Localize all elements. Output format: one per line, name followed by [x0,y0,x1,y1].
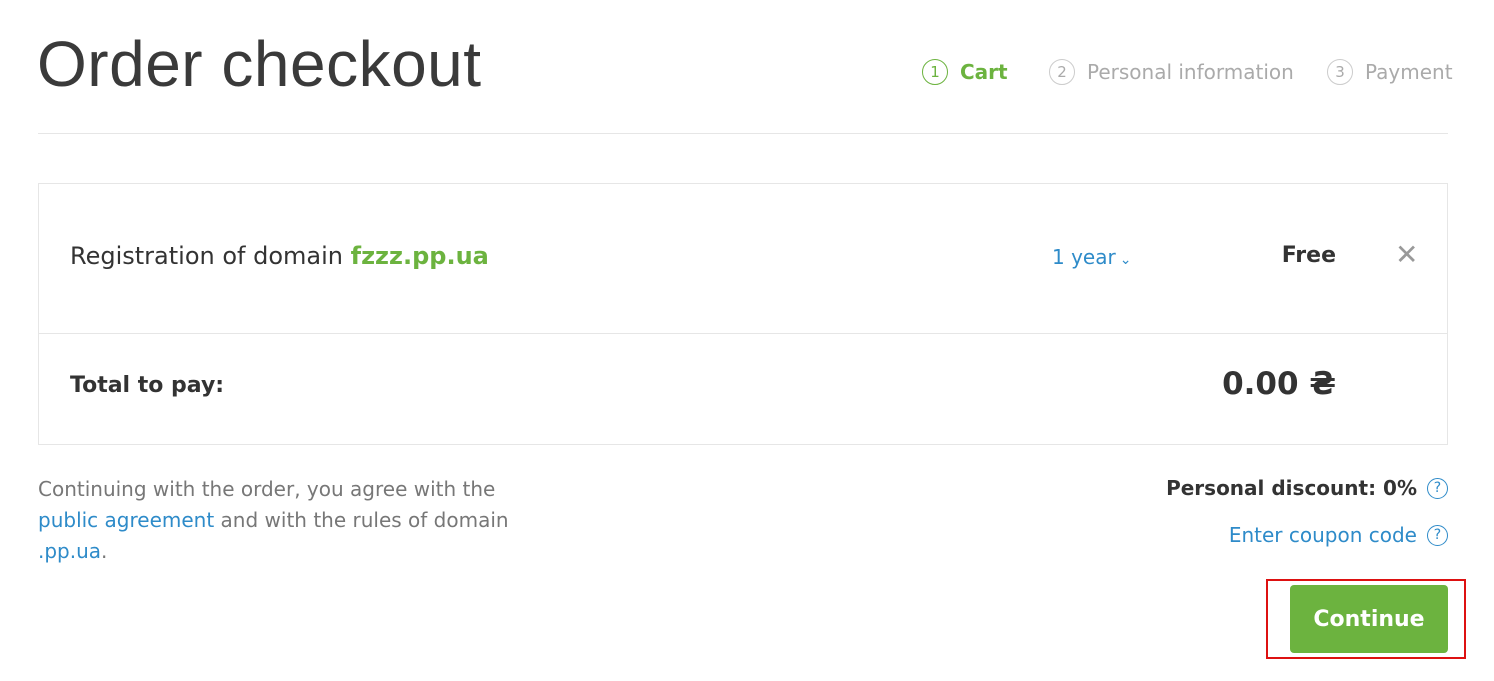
step-payment[interactable]: 3 Payment [1327,57,1453,87]
period-value: 1 year [1052,245,1116,269]
coupon-link[interactable]: Enter coupon code ? [1229,523,1448,547]
agreement-text-part: and with the rules of domain [220,508,509,532]
personal-discount-label: Personal discount: 0% [1166,476,1417,500]
step-personal-information[interactable]: 2 Personal information [1049,57,1294,87]
chevron-down-icon: ⌄ [1119,252,1132,268]
cart-item-description: Registration of domain fzzz.pp.ua [70,242,489,270]
coupon-label: Enter coupon code [1228,523,1417,547]
row-divider [39,333,1447,334]
domain-rules-link[interactable]: .pp.ua [38,539,101,563]
total-label: Total to pay: [70,373,225,398]
step-label: Cart [960,60,1008,84]
period-select[interactable]: 1 year ⌄ [1052,245,1131,269]
agreement-text-part: . [101,539,108,563]
cart-item-price: Free [1281,243,1336,268]
step-label: Payment [1365,60,1453,84]
step-number: 3 [1327,59,1353,85]
agreement-text: Continuing with the order, you agree wit… [38,474,538,567]
header-divider [38,133,1448,134]
cart-item-prefix: Registration of domain [70,242,343,270]
agreement-text-part: Continuing with the order, you agree wit… [38,477,496,501]
continue-button[interactable]: Continue [1290,585,1448,653]
cart-table: Registration of domain fzzz.pp.ua 1 year… [38,183,1448,445]
step-number: 2 [1049,59,1075,85]
checkout-steps: 1 Cart 2 Personal information 3 Payment [0,57,1494,87]
total-value: 0.00 ₴ [1222,366,1336,402]
personal-discount: Personal discount: 0% ? [1166,476,1448,500]
step-cart[interactable]: 1 Cart [922,57,1008,87]
cart-item-domain: fzzz.pp.ua [350,242,489,270]
public-agreement-link[interactable]: public agreement [38,508,214,532]
step-label: Personal information [1087,60,1294,84]
step-number: 1 [922,59,948,85]
help-icon[interactable]: ? [1427,524,1448,546]
close-icon[interactable]: ✕ [1395,240,1418,270]
help-icon[interactable]: ? [1427,477,1448,499]
